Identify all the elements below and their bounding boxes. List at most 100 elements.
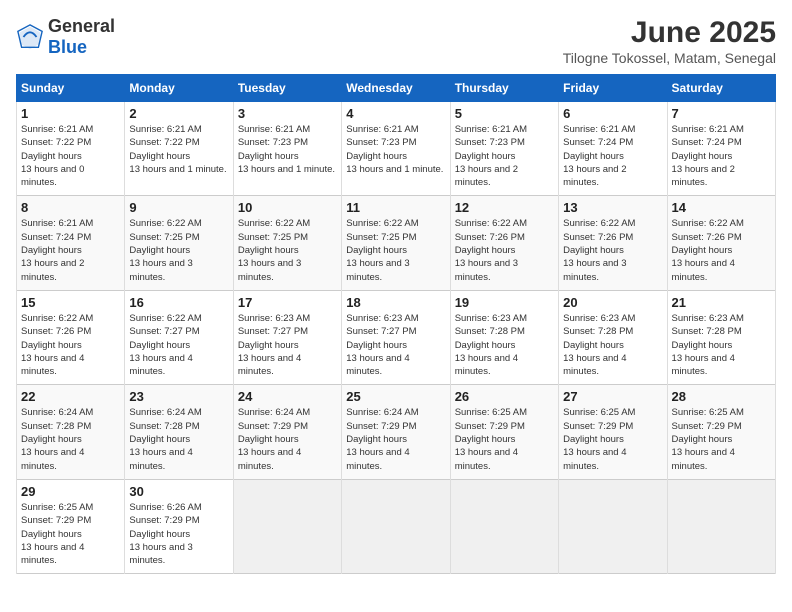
logo-blue: Blue (48, 37, 87, 57)
day-info: Sunrise: 6:22 AM Sunset: 7:25 PM Dayligh… (346, 217, 445, 283)
day-info: Sunrise: 6:24 AM Sunset: 7:28 PM Dayligh… (21, 406, 120, 472)
table-row: 12 Sunrise: 6:22 AM Sunset: 7:26 PM Dayl… (450, 196, 558, 290)
day-info: Sunrise: 6:23 AM Sunset: 7:27 PM Dayligh… (346, 312, 445, 378)
table-row (233, 479, 341, 573)
calendar-table: Sunday Monday Tuesday Wednesday Thursday… (16, 74, 776, 574)
table-row: 18 Sunrise: 6:23 AM Sunset: 7:27 PM Dayl… (342, 290, 450, 384)
day-info: Sunrise: 6:24 AM Sunset: 7:29 PM Dayligh… (346, 406, 445, 472)
table-row (342, 479, 450, 573)
logo-text: General Blue (48, 16, 115, 58)
day-number: 1 (21, 106, 120, 121)
page-header: General Blue June 2025 Tilogne Tokossel,… (16, 16, 776, 66)
day-number: 15 (21, 295, 120, 310)
table-row (450, 479, 558, 573)
table-row: 27 Sunrise: 6:25 AM Sunset: 7:29 PM Dayl… (559, 385, 667, 479)
table-row: 19 Sunrise: 6:23 AM Sunset: 7:28 PM Dayl… (450, 290, 558, 384)
day-info: Sunrise: 6:23 AM Sunset: 7:27 PM Dayligh… (238, 312, 337, 378)
day-number: 23 (129, 389, 228, 404)
table-row: 25 Sunrise: 6:24 AM Sunset: 7:29 PM Dayl… (342, 385, 450, 479)
table-row: 15 Sunrise: 6:22 AM Sunset: 7:26 PM Dayl… (17, 290, 125, 384)
day-info: Sunrise: 6:21 AM Sunset: 7:23 PM Dayligh… (238, 123, 337, 176)
day-info: Sunrise: 6:26 AM Sunset: 7:29 PM Dayligh… (129, 501, 228, 567)
day-number: 21 (672, 295, 771, 310)
day-info: Sunrise: 6:22 AM Sunset: 7:26 PM Dayligh… (455, 217, 554, 283)
day-info: Sunrise: 6:24 AM Sunset: 7:28 PM Dayligh… (129, 406, 228, 472)
day-number: 2 (129, 106, 228, 121)
table-row: 10 Sunrise: 6:22 AM Sunset: 7:25 PM Dayl… (233, 196, 341, 290)
title-area: June 2025 Tilogne Tokossel, Matam, Seneg… (563, 16, 776, 66)
day-info: Sunrise: 6:23 AM Sunset: 7:28 PM Dayligh… (672, 312, 771, 378)
table-row (559, 479, 667, 573)
day-number: 20 (563, 295, 662, 310)
day-info: Sunrise: 6:21 AM Sunset: 7:23 PM Dayligh… (455, 123, 554, 189)
day-number: 22 (21, 389, 120, 404)
day-info: Sunrise: 6:21 AM Sunset: 7:22 PM Dayligh… (21, 123, 120, 189)
calendar-header-row: Sunday Monday Tuesday Wednesday Thursday… (17, 75, 776, 102)
col-friday: Friday (559, 75, 667, 102)
table-row: 5 Sunrise: 6:21 AM Sunset: 7:23 PM Dayli… (450, 102, 558, 196)
logo: General Blue (16, 16, 115, 58)
logo-icon (16, 23, 44, 51)
day-info: Sunrise: 6:25 AM Sunset: 7:29 PM Dayligh… (21, 501, 120, 567)
day-info: Sunrise: 6:22 AM Sunset: 7:25 PM Dayligh… (238, 217, 337, 283)
day-number: 29 (21, 484, 120, 499)
day-info: Sunrise: 6:22 AM Sunset: 7:26 PM Dayligh… (672, 217, 771, 283)
day-number: 11 (346, 200, 445, 215)
table-row: 26 Sunrise: 6:25 AM Sunset: 7:29 PM Dayl… (450, 385, 558, 479)
day-number: 26 (455, 389, 554, 404)
day-number: 4 (346, 106, 445, 121)
day-info: Sunrise: 6:24 AM Sunset: 7:29 PM Dayligh… (238, 406, 337, 472)
table-row: 28 Sunrise: 6:25 AM Sunset: 7:29 PM Dayl… (667, 385, 775, 479)
logo-general: General (48, 16, 115, 36)
day-info: Sunrise: 6:22 AM Sunset: 7:26 PM Dayligh… (563, 217, 662, 283)
col-sunday: Sunday (17, 75, 125, 102)
col-saturday: Saturday (667, 75, 775, 102)
table-row (667, 479, 775, 573)
day-info: Sunrise: 6:21 AM Sunset: 7:22 PM Dayligh… (129, 123, 228, 176)
subtitle: Tilogne Tokossel, Matam, Senegal (563, 50, 776, 66)
table-row: 6 Sunrise: 6:21 AM Sunset: 7:24 PM Dayli… (559, 102, 667, 196)
table-row: 29 Sunrise: 6:25 AM Sunset: 7:29 PM Dayl… (17, 479, 125, 573)
day-number: 14 (672, 200, 771, 215)
calendar-week-row: 8 Sunrise: 6:21 AM Sunset: 7:24 PM Dayli… (17, 196, 776, 290)
day-info: Sunrise: 6:22 AM Sunset: 7:25 PM Dayligh… (129, 217, 228, 283)
day-number: 9 (129, 200, 228, 215)
day-info: Sunrise: 6:25 AM Sunset: 7:29 PM Dayligh… (455, 406, 554, 472)
day-info: Sunrise: 6:23 AM Sunset: 7:28 PM Dayligh… (563, 312, 662, 378)
table-row: 20 Sunrise: 6:23 AM Sunset: 7:28 PM Dayl… (559, 290, 667, 384)
calendar-week-row: 1 Sunrise: 6:21 AM Sunset: 7:22 PM Dayli… (17, 102, 776, 196)
table-row: 7 Sunrise: 6:21 AM Sunset: 7:24 PM Dayli… (667, 102, 775, 196)
table-row: 30 Sunrise: 6:26 AM Sunset: 7:29 PM Dayl… (125, 479, 233, 573)
col-monday: Monday (125, 75, 233, 102)
table-row: 21 Sunrise: 6:23 AM Sunset: 7:28 PM Dayl… (667, 290, 775, 384)
col-thursday: Thursday (450, 75, 558, 102)
day-number: 28 (672, 389, 771, 404)
day-number: 10 (238, 200, 337, 215)
day-number: 6 (563, 106, 662, 121)
day-number: 5 (455, 106, 554, 121)
table-row: 11 Sunrise: 6:22 AM Sunset: 7:25 PM Dayl… (342, 196, 450, 290)
day-number: 8 (21, 200, 120, 215)
table-row: 17 Sunrise: 6:23 AM Sunset: 7:27 PM Dayl… (233, 290, 341, 384)
day-number: 3 (238, 106, 337, 121)
table-row: 3 Sunrise: 6:21 AM Sunset: 7:23 PM Dayli… (233, 102, 341, 196)
table-row: 23 Sunrise: 6:24 AM Sunset: 7:28 PM Dayl… (125, 385, 233, 479)
day-number: 12 (455, 200, 554, 215)
table-row: 13 Sunrise: 6:22 AM Sunset: 7:26 PM Dayl… (559, 196, 667, 290)
main-title: June 2025 (563, 16, 776, 50)
table-row: 24 Sunrise: 6:24 AM Sunset: 7:29 PM Dayl… (233, 385, 341, 479)
day-number: 25 (346, 389, 445, 404)
calendar-week-row: 29 Sunrise: 6:25 AM Sunset: 7:29 PM Dayl… (17, 479, 776, 573)
table-row: 2 Sunrise: 6:21 AM Sunset: 7:22 PM Dayli… (125, 102, 233, 196)
day-info: Sunrise: 6:25 AM Sunset: 7:29 PM Dayligh… (672, 406, 771, 472)
calendar-week-row: 22 Sunrise: 6:24 AM Sunset: 7:28 PM Dayl… (17, 385, 776, 479)
calendar-week-row: 15 Sunrise: 6:22 AM Sunset: 7:26 PM Dayl… (17, 290, 776, 384)
col-wednesday: Wednesday (342, 75, 450, 102)
day-number: 16 (129, 295, 228, 310)
day-info: Sunrise: 6:25 AM Sunset: 7:29 PM Dayligh… (563, 406, 662, 472)
table-row: 22 Sunrise: 6:24 AM Sunset: 7:28 PM Dayl… (17, 385, 125, 479)
day-number: 27 (563, 389, 662, 404)
table-row: 4 Sunrise: 6:21 AM Sunset: 7:23 PM Dayli… (342, 102, 450, 196)
day-info: Sunrise: 6:21 AM Sunset: 7:24 PM Dayligh… (21, 217, 120, 283)
day-number: 24 (238, 389, 337, 404)
